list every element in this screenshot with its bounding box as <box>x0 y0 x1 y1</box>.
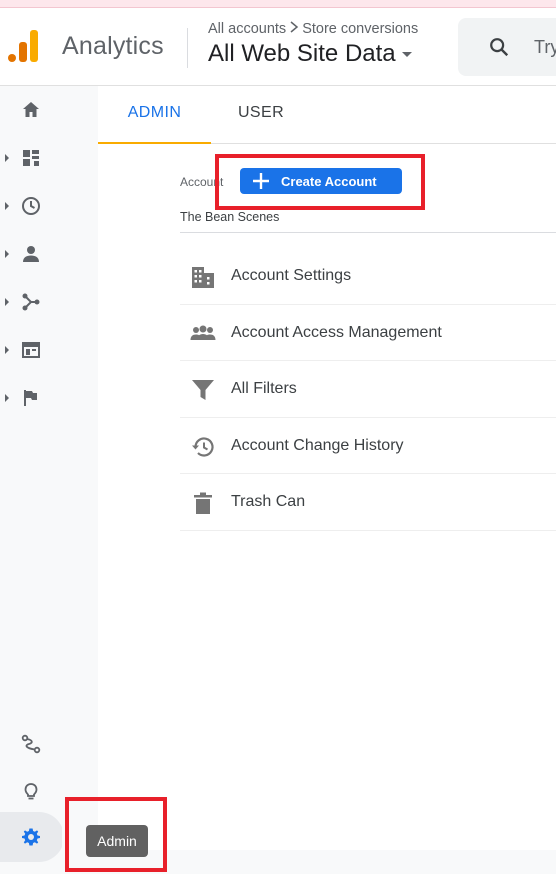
acquisition-icon <box>22 293 40 311</box>
tab-user[interactable]: USER <box>211 86 311 144</box>
header: Analytics All accounts Store conversions … <box>0 8 556 86</box>
header-divider <box>187 28 188 68</box>
menu-account-settings[interactable]: Account Settings <box>180 248 556 305</box>
nav-conversions[interactable] <box>0 378 62 418</box>
expand-arrow-icon[interactable] <box>5 346 9 354</box>
menu-account-change-history[interactable]: Account Change History <box>180 418 556 474</box>
menu-label: Account Access Management <box>231 323 442 341</box>
menu-account-access-management[interactable]: Account Access Management <box>180 305 556 361</box>
history-icon <box>192 436 214 457</box>
menu-label: Trash Can <box>231 493 306 510</box>
account-divider <box>180 232 556 233</box>
menu-trash-can[interactable]: Trash Can <box>180 474 556 531</box>
analytics-logo-icon[interactable] <box>8 28 40 64</box>
property-name: All Web Site Data <box>208 40 396 67</box>
nav-acquisition[interactable] <box>0 282 62 322</box>
browser-strip <box>0 0 556 8</box>
menu-label: Account Settings <box>231 267 352 284</box>
expand-arrow-icon[interactable] <box>5 298 9 306</box>
nav-admin[interactable] <box>0 812 64 862</box>
account-name[interactable]: The Bean Scenes <box>180 210 279 224</box>
tab-admin[interactable]: ADMIN <box>98 86 211 144</box>
nav-customization[interactable] <box>0 138 62 178</box>
menu-label: Account Change History <box>231 436 404 454</box>
filter-icon <box>192 380 214 400</box>
building-icon <box>192 267 214 288</box>
property-selector[interactable]: All Web Site Data <box>208 40 412 68</box>
search-icon <box>490 38 509 57</box>
expand-arrow-icon[interactable] <box>5 202 9 210</box>
caret-down-icon <box>401 52 412 58</box>
flag-icon <box>24 390 37 406</box>
breadcrumb-conversions[interactable]: Store conversions <box>302 21 418 37</box>
tab-bar: ADMIN USER <box>98 86 556 144</box>
breadcrumb-accounts[interactable]: All accounts <box>208 21 286 37</box>
dashboard-icon <box>23 150 39 166</box>
trash-icon <box>194 492 212 514</box>
clock-icon <box>22 197 40 215</box>
account-menu: Account Settings Account Access Manageme… <box>180 248 556 531</box>
home-icon <box>23 102 39 117</box>
nav-attribution[interactable] <box>0 724 62 764</box>
nav-discover[interactable] <box>0 772 62 812</box>
attribution-icon <box>21 734 41 754</box>
nav-realtime[interactable] <box>0 186 62 226</box>
behavior-icon <box>22 342 40 358</box>
menu-label: All Filters <box>231 380 297 397</box>
nav-audience[interactable] <box>0 234 62 274</box>
people-icon <box>190 325 216 340</box>
lightbulb-icon <box>24 783 38 800</box>
search-placeholder: Try <box>534 37 556 57</box>
search-box[interactable]: Try <box>458 18 556 76</box>
nav-behavior[interactable] <box>0 330 62 370</box>
nav-home[interactable] <box>0 90 62 130</box>
expand-arrow-icon[interactable] <box>5 250 9 258</box>
app-name: Analytics <box>62 32 164 60</box>
chevron-right-icon <box>290 21 299 33</box>
gear-icon <box>22 828 40 846</box>
highlight-create-account <box>215 154 425 210</box>
expand-arrow-icon[interactable] <box>5 154 9 162</box>
admin-tooltip: Admin <box>86 825 148 857</box>
breadcrumb[interactable]: All accounts Store conversions <box>208 21 418 37</box>
left-nav-rail <box>0 86 62 874</box>
expand-arrow-icon[interactable] <box>5 394 9 402</box>
person-icon <box>23 246 39 262</box>
menu-all-filters[interactable]: All Filters <box>180 361 556 418</box>
